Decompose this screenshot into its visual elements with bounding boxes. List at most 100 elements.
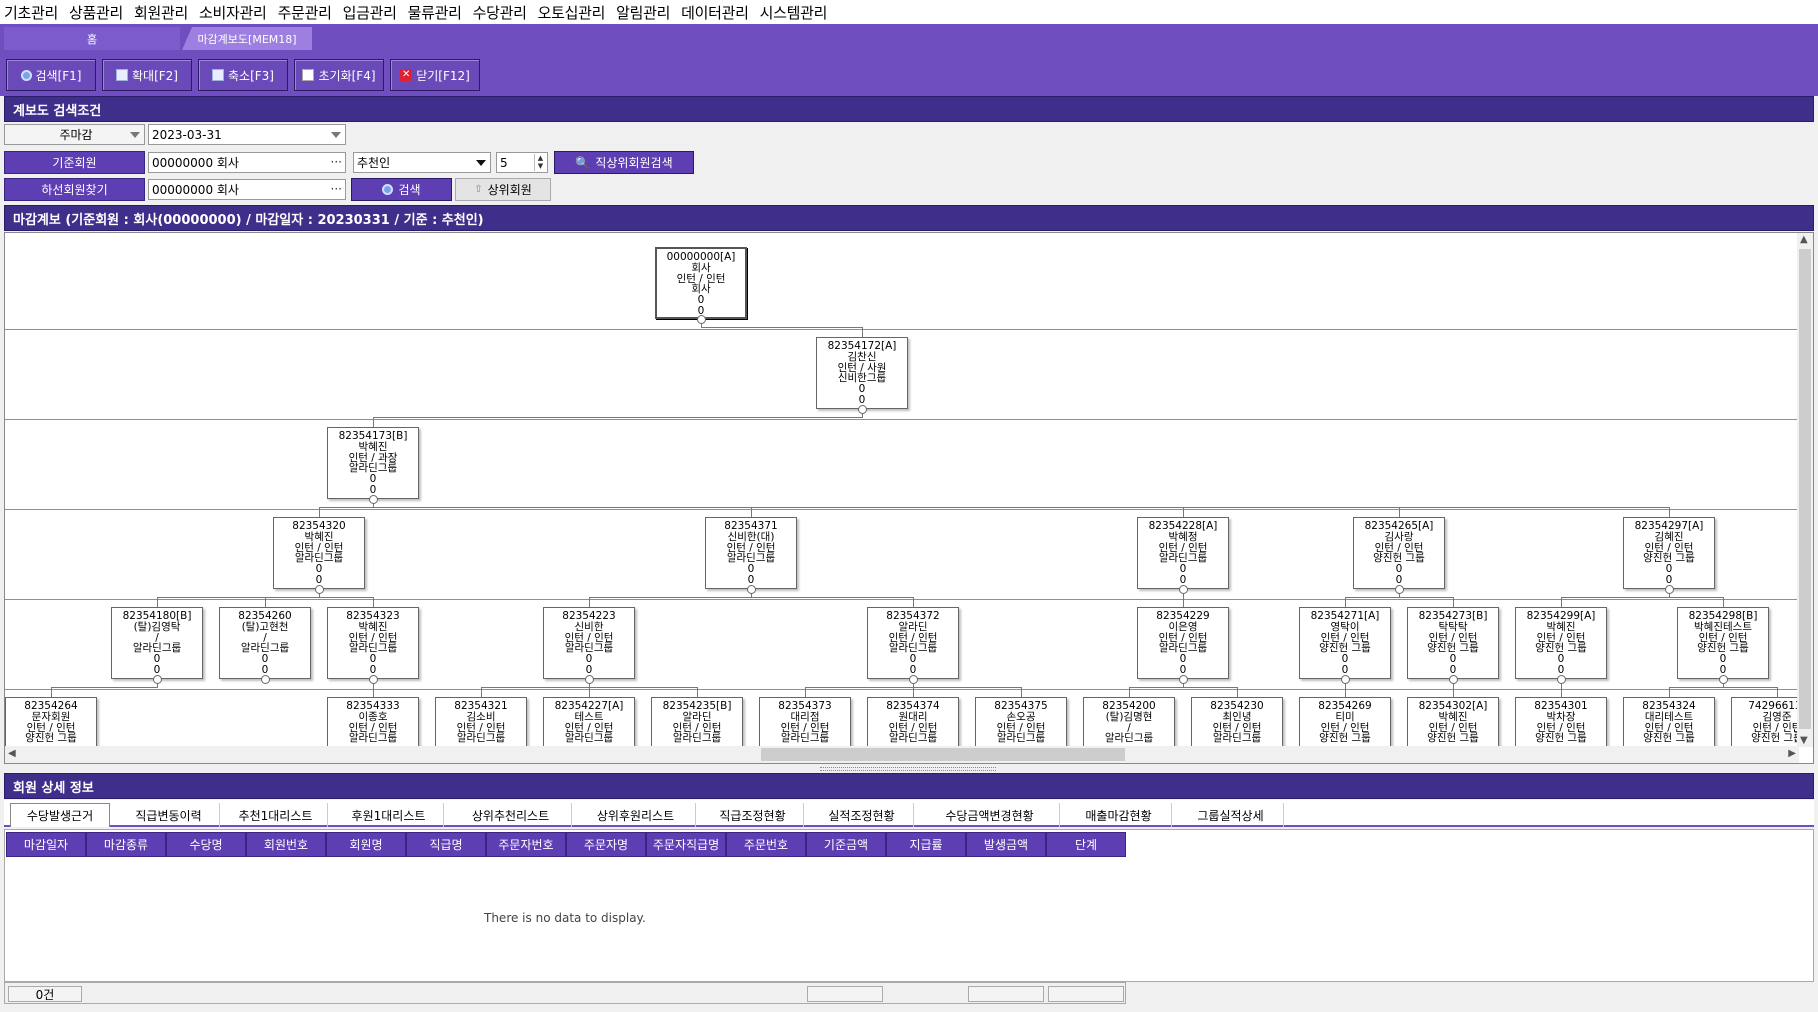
detail-tab-5[interactable]: 상위후원리스트 <box>576 803 696 827</box>
scroll-left-icon[interactable]: ◀ <box>8 748 16 759</box>
expand-toggle-icon[interactable] <box>1665 585 1674 594</box>
expand-toggle-icon[interactable] <box>1341 675 1350 684</box>
grid-header-3[interactable]: 회원번호 <box>246 832 326 857</box>
menu-item-10[interactable]: 데이터관리 <box>681 2 749 23</box>
detail-tab-9[interactable]: 매출마감현황 <box>1066 803 1172 827</box>
ellipsis-icon[interactable]: ··· <box>331 182 342 196</box>
expand-toggle-icon[interactable] <box>585 675 594 684</box>
scroll-right-icon[interactable]: ▶ <box>1788 748 1796 759</box>
detail-tab-6[interactable]: 직급조정현황 <box>702 803 804 827</box>
expand-toggle-icon[interactable] <box>858 405 867 414</box>
horizontal-scroll-thumb[interactable] <box>761 748 1125 761</box>
search-button[interactable]: 검색[F1] <box>6 59 96 91</box>
panel-splitter[interactable] <box>820 767 996 771</box>
tree-node-82354223[interactable]: 82354223 신비한 인턴 / 인턴 알라딘그룹 0 0 <box>543 607 635 679</box>
grid-header-0[interactable]: 마감일자 <box>6 832 86 857</box>
grid-header-4[interactable]: 회원명 <box>326 832 406 857</box>
detail-tab-1[interactable]: 직급변동이력 <box>118 803 220 827</box>
tree-node-82354172A[interactable]: 82354172[A] 김찬신 인턴 / 사원 신비한그룹 0 0 <box>816 337 908 409</box>
expand-toggle-icon[interactable] <box>697 315 706 324</box>
downline-search-button[interactable]: 검색 <box>351 178 452 201</box>
tree-node-82354228A[interactable]: 82354228[A] 박혜정 인턴 / 인턴 알라딘그룹 0 0 <box>1137 517 1229 589</box>
tree-node-82354371[interactable]: 82354371 신비한(대) 인턴 / 인턴 알라딘그룹 0 0 <box>705 517 797 589</box>
grid-header-5[interactable]: 직급명 <box>406 832 486 857</box>
tree-node-82354299A[interactable]: 82354299[A] 박혜진 인턴 / 인턴 양진헌 그룹 0 0 <box>1515 607 1607 679</box>
tree-node-82354320[interactable]: 82354320 박혜진 인턴 / 인턴 알라딘그룹 0 0 <box>273 517 365 589</box>
detail-tab-2[interactable]: 추천1대리스트 <box>224 803 328 827</box>
depth-stepper[interactable]: 5 ▲ ▼ <box>496 152 548 173</box>
menu-item-1[interactable]: 상품관리 <box>69 2 123 23</box>
tree-node-82354271A[interactable]: 82354271[A] 영탁이 인턴 / 인턴 양진헌 그룹 0 0 <box>1299 607 1391 679</box>
tree-node-82354372[interactable]: 82354372 알라딘 인턴 / 인턴 알라딘그룹 0 0 <box>867 607 959 679</box>
horizontal-scrollbar[interactable]: ◀ ▶ <box>5 746 1799 763</box>
expand-toggle-icon[interactable] <box>315 585 324 594</box>
reset-button[interactable]: 초기화[F4] <box>294 59 384 91</box>
detail-tab-7[interactable]: 실적조정현황 <box>810 803 914 827</box>
grid-header-1[interactable]: 마감종류 <box>86 832 166 857</box>
upper-member-button[interactable]: ⇧ 상위회원 <box>455 178 551 201</box>
grid-header-12[interactable]: 발생금액 <box>966 832 1046 857</box>
detail-tab-0[interactable]: 수당발생근거 <box>10 803 110 827</box>
expand-toggle-icon[interactable] <box>369 675 378 684</box>
upline-search-button[interactable]: 🔍 직상위회원검색 <box>554 151 694 174</box>
grid-header-6[interactable]: 주문자번호 <box>486 832 566 857</box>
expand-toggle-icon[interactable] <box>1557 675 1566 684</box>
tree-node-00000000A[interactable]: 00000000[A] 회사 인턴 / 인턴 회사 0 0 <box>655 247 747 319</box>
zoom-out-button[interactable]: 축소[F3] <box>198 59 288 91</box>
menu-item-8[interactable]: 오토십관리 <box>538 2 606 23</box>
zoom-in-button[interactable]: 확대[F2] <box>102 59 192 91</box>
menu-item-9[interactable]: 알림관리 <box>616 2 670 23</box>
spin-arrows-icon[interactable]: ▲ ▼ <box>534 154 546 171</box>
expand-toggle-icon[interactable] <box>153 675 162 684</box>
grid-header-10[interactable]: 기준금액 <box>806 832 886 857</box>
expand-toggle-icon[interactable] <box>909 675 918 684</box>
base-member-field[interactable]: 00000000 회사 ··· <box>148 152 346 173</box>
tree-node-82354180B[interactable]: 82354180[B] (탈)김영탁 / 알라딘그룹 0 0 <box>111 607 203 679</box>
expand-toggle-icon[interactable] <box>261 675 270 684</box>
detail-tab-3[interactable]: 후원1대리스트 <box>334 803 444 827</box>
vertical-scrollbar[interactable]: ▲ ▼ <box>1797 233 1813 747</box>
scroll-down-icon[interactable]: ▼ <box>1800 735 1808 746</box>
menu-item-4[interactable]: 주문관리 <box>278 2 332 23</box>
ellipsis-icon[interactable]: ··· <box>331 155 342 169</box>
menu-item-3[interactable]: 소비자관리 <box>199 2 267 23</box>
genealogy-tree-panel[interactable]: 00000000[A] 회사 인턴 / 인턴 회사 0 0 82354172[A] 김찬신 인턴… <box>4 232 1814 764</box>
relation-select[interactable]: 추천인 <box>353 152 491 173</box>
expand-toggle-icon[interactable] <box>369 495 378 504</box>
tree-node-82354298B[interactable]: 82354298[B] 박혜진테스트 인턴 / 인턴 양진헌 그룹 0 0 <box>1677 607 1769 679</box>
menu-item-5[interactable]: 입금관리 <box>343 2 397 23</box>
grid-header-11[interactable]: 지급률 <box>886 832 966 857</box>
grid-header-2[interactable]: 수당명 <box>166 832 246 857</box>
tree-node-82354229[interactable]: 82354229 이은영 인턴 / 인턴 알라딘그룹 0 0 <box>1137 607 1229 679</box>
tree-node-82354173B[interactable]: 82354173[B] 박혜진 인턴 / 과장 알라딘그룹 0 0 <box>327 427 419 499</box>
tab-home[interactable]: 홈 <box>4 27 180 50</box>
grid-header-7[interactable]: 주문자명 <box>566 832 646 857</box>
grid-header-13[interactable]: 단계 <box>1046 832 1126 857</box>
expand-toggle-icon[interactable] <box>1179 585 1188 594</box>
menu-item-2[interactable]: 회원관리 <box>134 2 188 23</box>
grid-header-8[interactable]: 주문자직급명 <box>646 832 726 857</box>
detail-tab-8[interactable]: 수당금액변경현황 <box>920 803 1060 827</box>
tree-node-82354265A[interactable]: 82354265[A] 김사랑 인턴 / 인턴 양진헌 그룹 0 0 <box>1353 517 1445 589</box>
date-picker[interactable]: 2023-03-31 <box>148 124 346 145</box>
tree-node-82354297A[interactable]: 82354297[A] 김혜진 인턴 / 인턴 양진헌 그룹 0 0 <box>1623 517 1715 589</box>
downline-member-field[interactable]: 00000000 회사 ··· <box>148 179 346 200</box>
tree-node-82354260[interactable]: 82354260 (탈)고현천 / 알라딘그룹 0 0 <box>219 607 311 679</box>
menu-item-6[interactable]: 물류관리 <box>408 2 462 23</box>
period-select[interactable]: 주마감 <box>4 124 145 145</box>
menu-item-7[interactable]: 수당관리 <box>473 2 527 23</box>
vertical-scroll-thumb[interactable] <box>1799 249 1811 729</box>
tree-node-82354323[interactable]: 82354323 박혜진 인턴 / 인턴 알라딘그룹 0 0 <box>327 607 419 679</box>
menu-item-11[interactable]: 시스템관리 <box>760 2 828 23</box>
tab-closing-genealogy[interactable]: 마감계보도[MEM18] <box>182 27 312 50</box>
grid-header-9[interactable]: 주문번호 <box>726 832 806 857</box>
detail-tab-10[interactable]: 그룹실적상세 <box>1178 803 1284 827</box>
menu-item-0[interactable]: 기초관리 <box>4 2 58 23</box>
expand-toggle-icon[interactable] <box>1449 675 1458 684</box>
expand-toggle-icon[interactable] <box>1719 675 1728 684</box>
scroll-up-icon[interactable]: ▲ <box>1800 234 1808 245</box>
expand-toggle-icon[interactable] <box>1179 675 1188 684</box>
expand-toggle-icon[interactable] <box>1395 585 1404 594</box>
tree-node-82354273B[interactable]: 82354273[B] 탁탁탁 인턴 / 인턴 양진헌 그룹 0 0 <box>1407 607 1499 679</box>
close-button[interactable]: ✕ 닫기[F12] <box>390 59 480 91</box>
